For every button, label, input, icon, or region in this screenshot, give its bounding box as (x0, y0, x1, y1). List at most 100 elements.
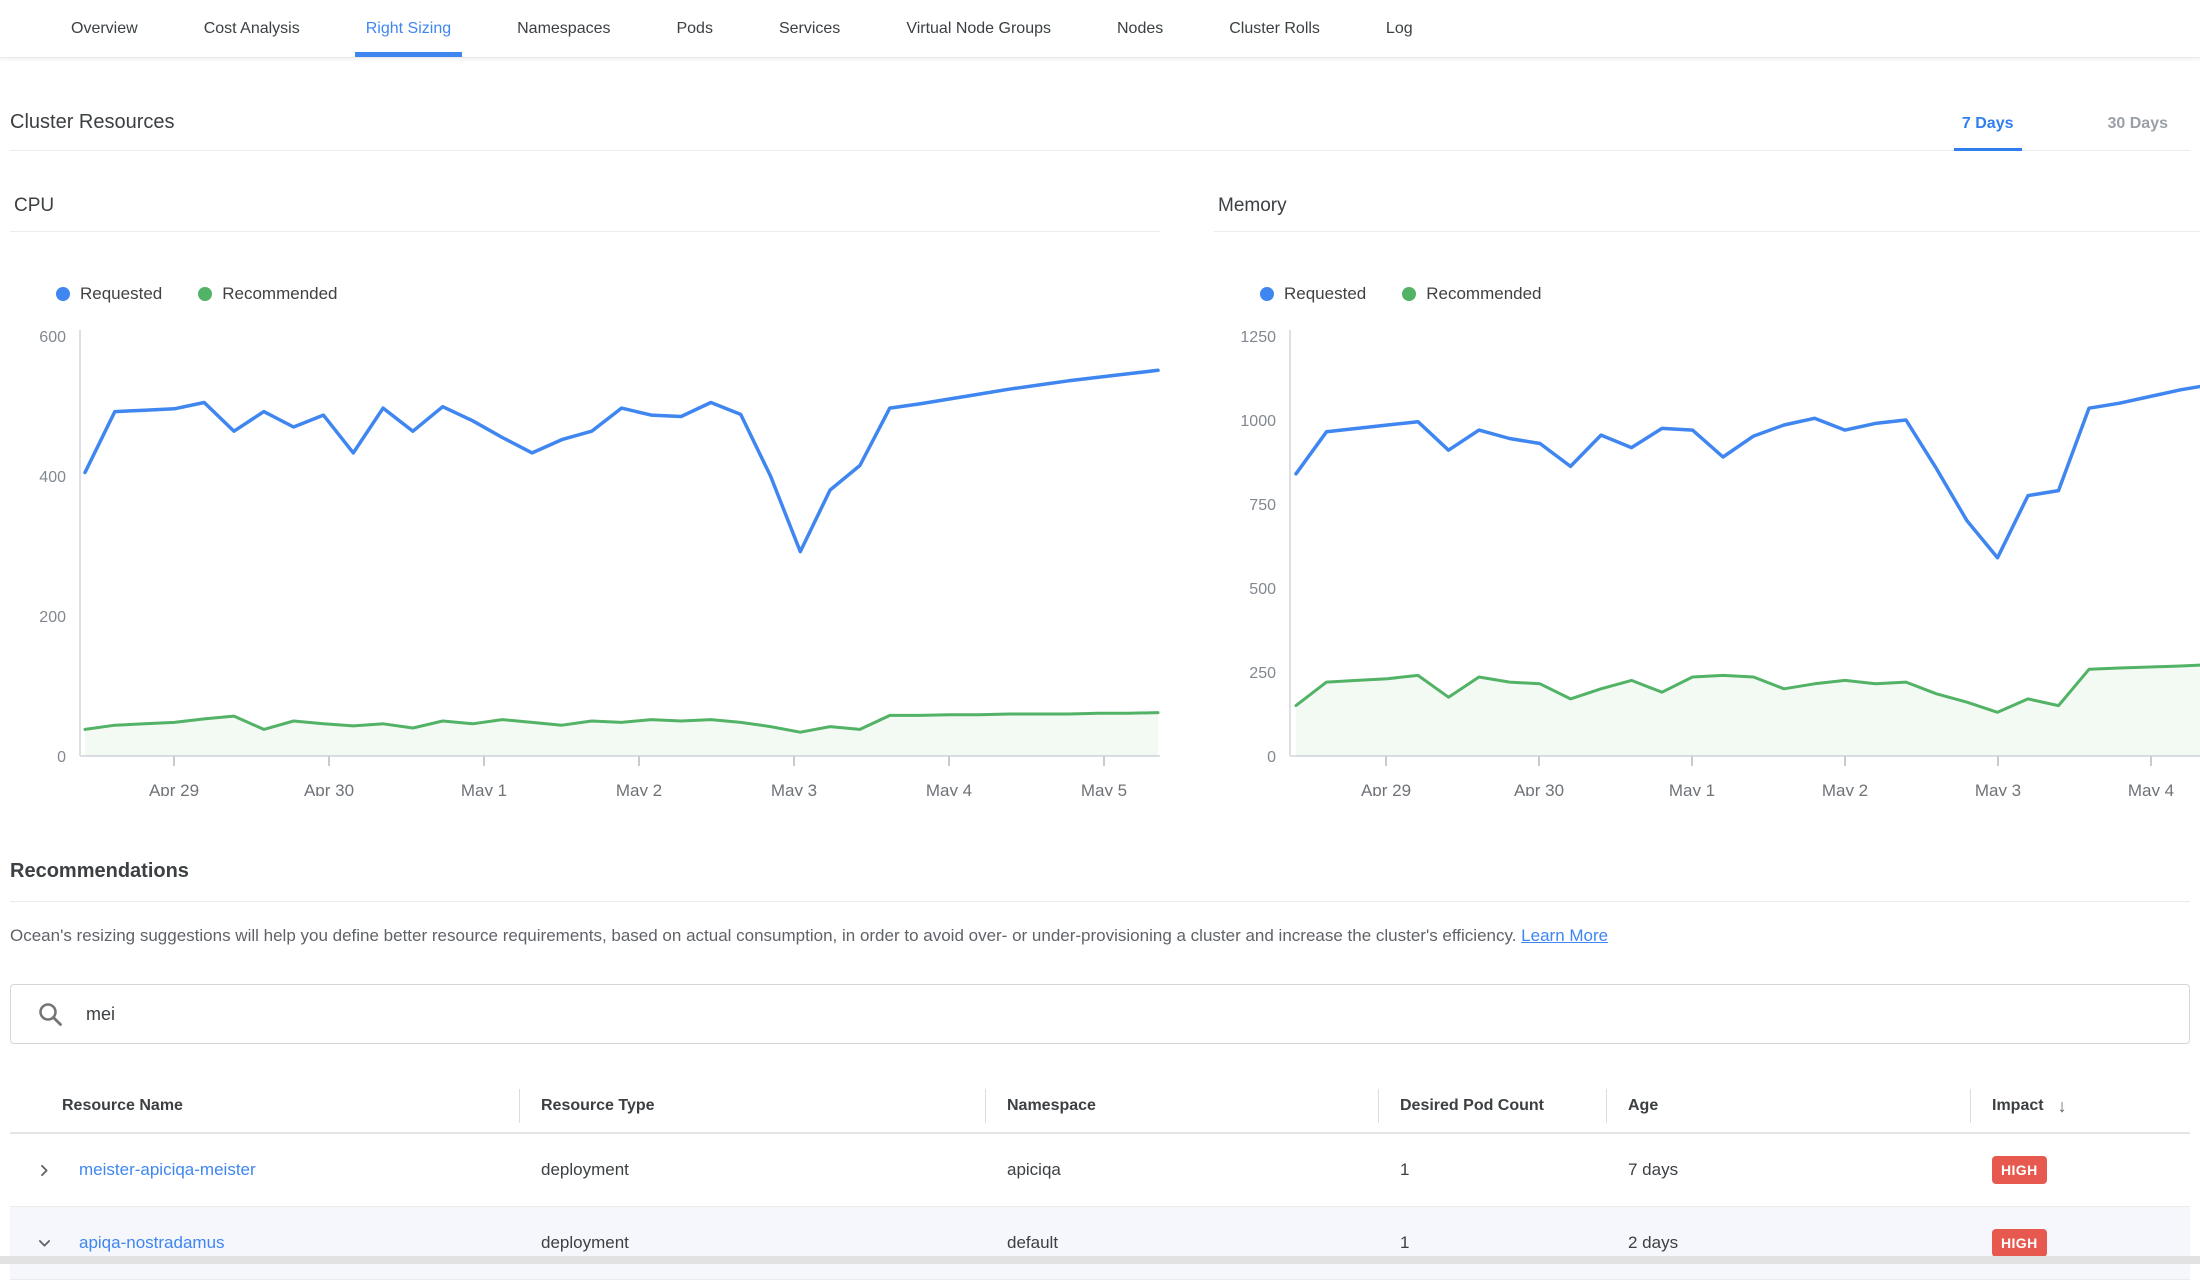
desired-pod-count-cell: 1 (1378, 1160, 1606, 1180)
memory-chart: 025050075010001250Apr 29Apr 30May 1May 2… (1214, 310, 2200, 796)
table-header: Resource Name Resource Type Namespace Desir… (10, 1080, 2190, 1134)
resource-name-link[interactable]: meister-apiciqa-meister (79, 1160, 256, 1180)
svg-text:250: 250 (1249, 665, 1276, 682)
memory-chart-card: MemoryRequestedRecommended02505007501000… (1214, 195, 2200, 796)
cpu-chart: 0200400600Apr 29Apr 30May 1May 2May 3May… (10, 310, 1160, 796)
tab-namespaces[interactable]: Namespaces (484, 0, 643, 57)
impact-cell: HIGH (1970, 1156, 2190, 1184)
tab-pods[interactable]: Pods (643, 0, 745, 57)
requested-dot-icon (56, 287, 70, 301)
svg-text:May 4: May 4 (926, 781, 972, 796)
column-label: Namespace (1007, 1097, 1096, 1115)
column-header-resource-type[interactable]: Resource Type (519, 1080, 985, 1132)
resource-name-cell: meister-apiciqa-meister (10, 1160, 519, 1180)
legend-label: Recommended (1426, 284, 1541, 304)
resource-type-cell: deployment (519, 1233, 985, 1253)
table-row[interactable]: meister-apiciqa-meister deploymentapiciqa… (10, 1134, 2190, 1207)
desired-pod-count-cell: 1 (1378, 1233, 1606, 1253)
svg-text:Apr 30: Apr 30 (304, 781, 354, 796)
tab-cost-analysis[interactable]: Cost Analysis (171, 0, 333, 57)
legend-label: Requested (80, 284, 162, 304)
legend-item-recommended: Recommended (198, 284, 337, 304)
column-header-age[interactable]: Age (1606, 1080, 1970, 1132)
legend-item-requested: Requested (56, 284, 162, 304)
charts-row: CPU Requested Recommended 0 200 400 600 Apr 29 A… (10, 195, 2190, 796)
requested-dot-icon (1260, 287, 1274, 301)
column-label: Age (1628, 1097, 1658, 1115)
chevron-down-icon[interactable] (36, 1235, 53, 1252)
svg-text:1000: 1000 (1240, 413, 1276, 430)
top-tab-bar: OverviewCost AnalysisRight SizingNamespa… (0, 0, 2200, 58)
svg-text:750: 750 (1249, 497, 1276, 514)
impact-cell: HIGH (1970, 1229, 2190, 1257)
svg-text:May 3: May 3 (771, 781, 817, 796)
svg-text:0: 0 (1267, 749, 1276, 766)
cpu-legend: Requested Recommended (56, 284, 1160, 304)
age-cell: 2 days (1606, 1233, 1970, 1253)
svg-text:May 2: May 2 (616, 781, 662, 796)
svg-text:May 2: May 2 (1822, 781, 1868, 796)
column-header-impact[interactable]: Impact ↓ (1970, 1080, 2190, 1132)
column-header-namespace[interactable]: Namespace (985, 1080, 1378, 1132)
search-icon (37, 1001, 64, 1028)
svg-text:May 1: May 1 (461, 781, 507, 796)
resource-name-cell: apiqa-nostradamus (10, 1233, 519, 1253)
tab-log[interactable]: Log (1353, 0, 1446, 57)
table-row[interactable]: apiqa-nostradamus deploymentdefault12 day… (10, 1207, 2190, 1280)
legend-item-recommended: Recommended (1402, 284, 1541, 304)
search-box[interactable] (10, 984, 2190, 1044)
svg-text:May 1: May 1 (1669, 781, 1715, 796)
impact-badge: HIGH (1992, 1229, 2047, 1257)
age-cell: 7 days (1606, 1160, 1970, 1180)
namespace-cell: default (985, 1233, 1378, 1253)
column-label: Desired Pod Count (1400, 1097, 1544, 1115)
svg-text:600: 600 (39, 329, 66, 346)
memory-chart-title: Memory (1214, 195, 2200, 232)
cpu-chart-card: CPURequestedRecommended0200400600Apr 29A… (10, 195, 1160, 796)
recommendations-header: Recommendations (10, 860, 2190, 902)
tab-nodes[interactable]: Nodes (1084, 0, 1196, 57)
recommended-dot-icon (1402, 287, 1416, 301)
chevron-right-icon[interactable] (36, 1162, 53, 1179)
sort-desc-arrow-icon[interactable]: ↓ (2058, 1096, 2067, 1117)
impact-badge: HIGH (1992, 1156, 2047, 1184)
recommendations-title: Recommendations (10, 860, 2190, 883)
recommendations-description: Ocean's resizing suggestions will help y… (10, 924, 2190, 948)
memory-legend: Requested Recommended (1260, 284, 2200, 304)
search-input[interactable] (84, 1003, 2169, 1026)
page-content: Cluster Resources 7 Days 30 Days CPU Reque… (0, 94, 2200, 1280)
bottom-divider-strip (0, 1256, 2200, 1264)
column-label: Resource Type (541, 1097, 655, 1115)
svg-text:Apr 29: Apr 29 (149, 781, 199, 796)
legend-item-requested: Requested (1260, 284, 1366, 304)
tab-cluster-rolls[interactable]: Cluster Rolls (1196, 0, 1353, 57)
cluster-resources-title: Cluster Resources (10, 111, 175, 134)
column-header-resource-name[interactable]: Resource Name (10, 1080, 519, 1132)
period-option-7-days[interactable]: 7 Days (1954, 115, 2022, 151)
recommendations-table: Resource Name Resource Type Namespace Desir… (10, 1080, 2190, 1280)
column-label: Impact (1992, 1097, 2044, 1115)
column-header-desired-pod-count[interactable]: Desired Pod Count (1378, 1080, 1606, 1132)
period-toggle: 7 Days 30 Days (1876, 115, 2176, 151)
cpu-chart-title: CPU (10, 195, 1160, 232)
svg-text:200: 200 (39, 609, 66, 626)
legend-label: Requested (1284, 284, 1366, 304)
svg-text:1250: 1250 (1240, 329, 1276, 346)
resource-name-link[interactable]: apiqa-nostradamus (79, 1233, 225, 1253)
resource-type-cell: deployment (519, 1160, 985, 1180)
tab-overview[interactable]: Overview (38, 0, 171, 57)
namespace-cell: apiciqa (985, 1160, 1378, 1180)
svg-text:400: 400 (39, 469, 66, 486)
recommended-dot-icon (198, 287, 212, 301)
learn-more-link[interactable]: Learn More (1521, 926, 1608, 945)
recommendations-description-text: Ocean's resizing suggestions will help y… (10, 926, 1521, 945)
tab-virtual-node-groups[interactable]: Virtual Node Groups (873, 0, 1084, 57)
tab-services[interactable]: Services (746, 0, 873, 57)
tab-right-sizing[interactable]: Right Sizing (333, 0, 484, 57)
legend-label: Recommended (222, 284, 337, 304)
svg-text:Apr 30: Apr 30 (1514, 781, 1564, 796)
svg-text:May 4: May 4 (2128, 781, 2174, 796)
period-option-30-days[interactable]: 30 Days (2100, 115, 2177, 151)
cluster-resources-header: Cluster Resources 7 Days 30 Days (10, 94, 2190, 151)
svg-text:Apr 29: Apr 29 (1361, 781, 1411, 796)
